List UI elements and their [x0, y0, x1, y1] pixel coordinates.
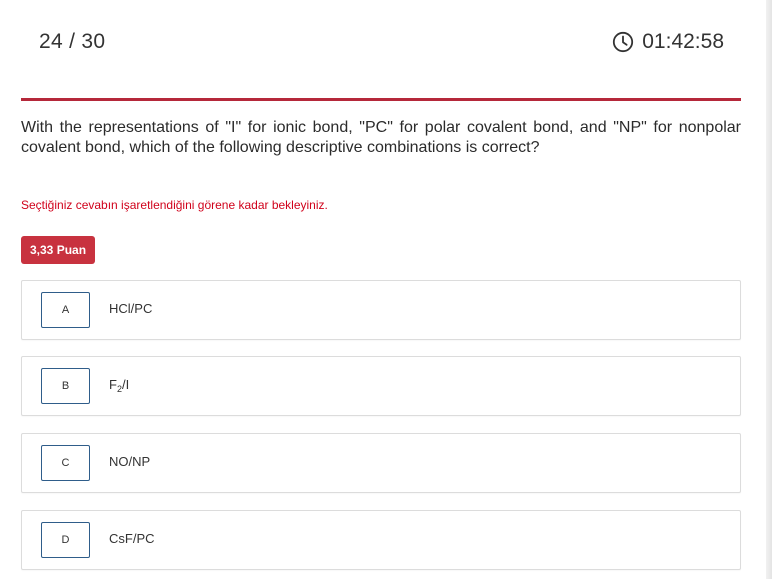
- quiz-header: 24 / 30 01:42:58: [39, 28, 724, 58]
- option-letter-b[interactable]: B: [41, 368, 90, 404]
- option-letter-c[interactable]: C: [41, 445, 90, 481]
- option-answer-a: HCl/PC: [109, 301, 153, 316]
- question-text: With the representations of "I" for ioni…: [21, 119, 741, 156]
- option-a[interactable]: A HCl/PC: [21, 280, 741, 340]
- question-progress: 24 / 30: [39, 30, 106, 53]
- answer-b-main: F: [109, 377, 117, 392]
- clock-icon: [612, 31, 634, 53]
- option-letter-d[interactable]: D: [41, 522, 90, 558]
- timer-value: 01:42:58: [642, 30, 724, 53]
- option-answer-d: CsF/PC: [109, 531, 155, 546]
- points-badge: 3,33 Puan: [21, 236, 96, 264]
- scrollbar-edge: [766, 0, 772, 579]
- option-letter-a[interactable]: A: [41, 292, 90, 328]
- option-answer-c: NO/NP: [109, 454, 151, 469]
- option-c[interactable]: C NO/NP: [21, 433, 741, 493]
- option-d[interactable]: D CsF/PC: [21, 510, 741, 570]
- quiz-page: 24 / 30 01:42:58 With the representation…: [0, 0, 772, 579]
- header-divider: [21, 98, 741, 101]
- answer-b-rest: /I: [121, 377, 130, 392]
- option-b[interactable]: B F2/I: [21, 356, 741, 416]
- timer: 01:42:58: [612, 30, 724, 54]
- option-answer-b: F2/I: [109, 377, 129, 394]
- wait-warning: Seçtiğiniz cevabın işaretlendiğini gören…: [21, 198, 328, 212]
